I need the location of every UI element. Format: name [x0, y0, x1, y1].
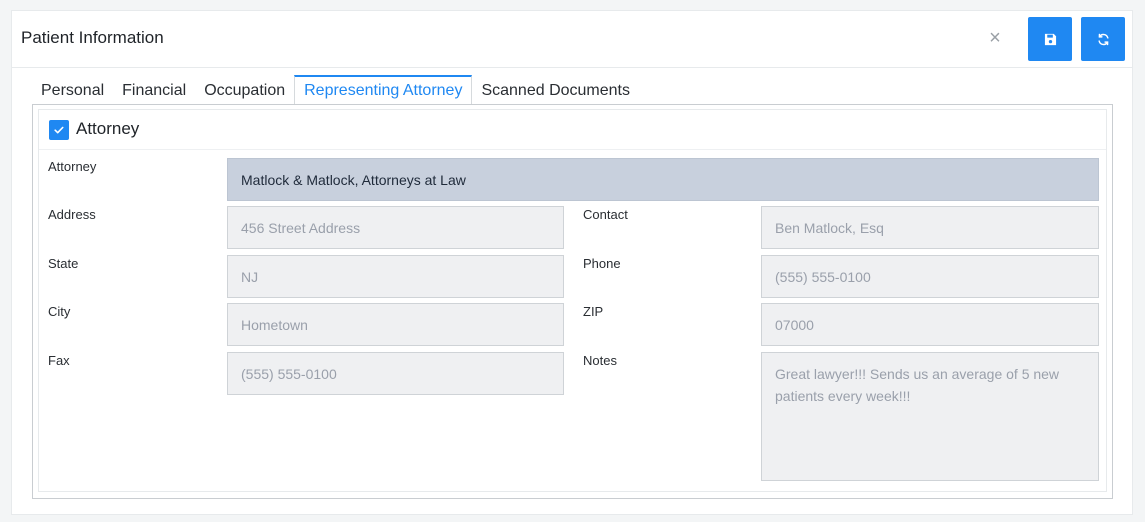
attorney-select[interactable]: Matlock & Matlock, Attorneys at Law [227, 158, 1099, 201]
attorney-label: Attorney [48, 159, 97, 174]
contact-label: Contact [583, 207, 628, 222]
tab-representing-attorney[interactable]: Representing Attorney [294, 75, 473, 105]
state-label: State [48, 256, 79, 271]
address-label: Address [48, 207, 96, 222]
phone-field[interactable]: (555) 555-0100 [761, 255, 1099, 298]
close-icon[interactable]: × [987, 27, 1003, 49]
zip-field[interactable]: 07000 [761, 303, 1099, 346]
attorney-section: Attorney Attorney Address State City Fax… [38, 109, 1107, 492]
zip-label: ZIP [583, 304, 604, 319]
attorney-checkbox-label: Attorney [76, 119, 140, 138]
patient-information-panel: Patient Information × Personal Financial… [11, 10, 1133, 515]
tab-occupation[interactable]: Occupation [195, 75, 294, 105]
address-field[interactable]: 456 Street Address [227, 206, 564, 249]
city-label: City [48, 304, 71, 319]
phone-label: Phone [583, 256, 621, 271]
contact-field[interactable]: Ben Matlock, Esq [761, 206, 1099, 249]
tab-financial[interactable]: Financial [113, 75, 195, 105]
refresh-icon [1097, 33, 1109, 45]
tab-personal[interactable]: Personal [32, 75, 113, 105]
refresh-button[interactable] [1081, 17, 1125, 61]
tab-bar: Personal Financial Occupation Representi… [32, 75, 639, 105]
fax-field[interactable]: (555) 555-0100 [227, 352, 564, 395]
save-button[interactable] [1028, 17, 1072, 61]
notes-label: Notes [583, 353, 617, 368]
panel-header: Patient Information × [12, 11, 1132, 68]
check-icon [54, 126, 64, 134]
floppy-disk-icon [1044, 33, 1056, 45]
tab-content: Attorney Attorney Address State City Fax… [32, 104, 1113, 499]
fax-label: Fax [48, 353, 70, 368]
attorney-toggle-row: Attorney [39, 110, 1106, 150]
tab-scanned-documents[interactable]: Scanned Documents [472, 75, 639, 105]
attorney-checkbox[interactable] [49, 120, 69, 140]
city-field[interactable]: Hometown [227, 303, 564, 346]
page-title: Patient Information [21, 28, 164, 47]
state-field[interactable]: NJ [227, 255, 564, 298]
notes-textarea[interactable]: Great lawyer!!! Sends us an average of 5… [761, 352, 1099, 481]
